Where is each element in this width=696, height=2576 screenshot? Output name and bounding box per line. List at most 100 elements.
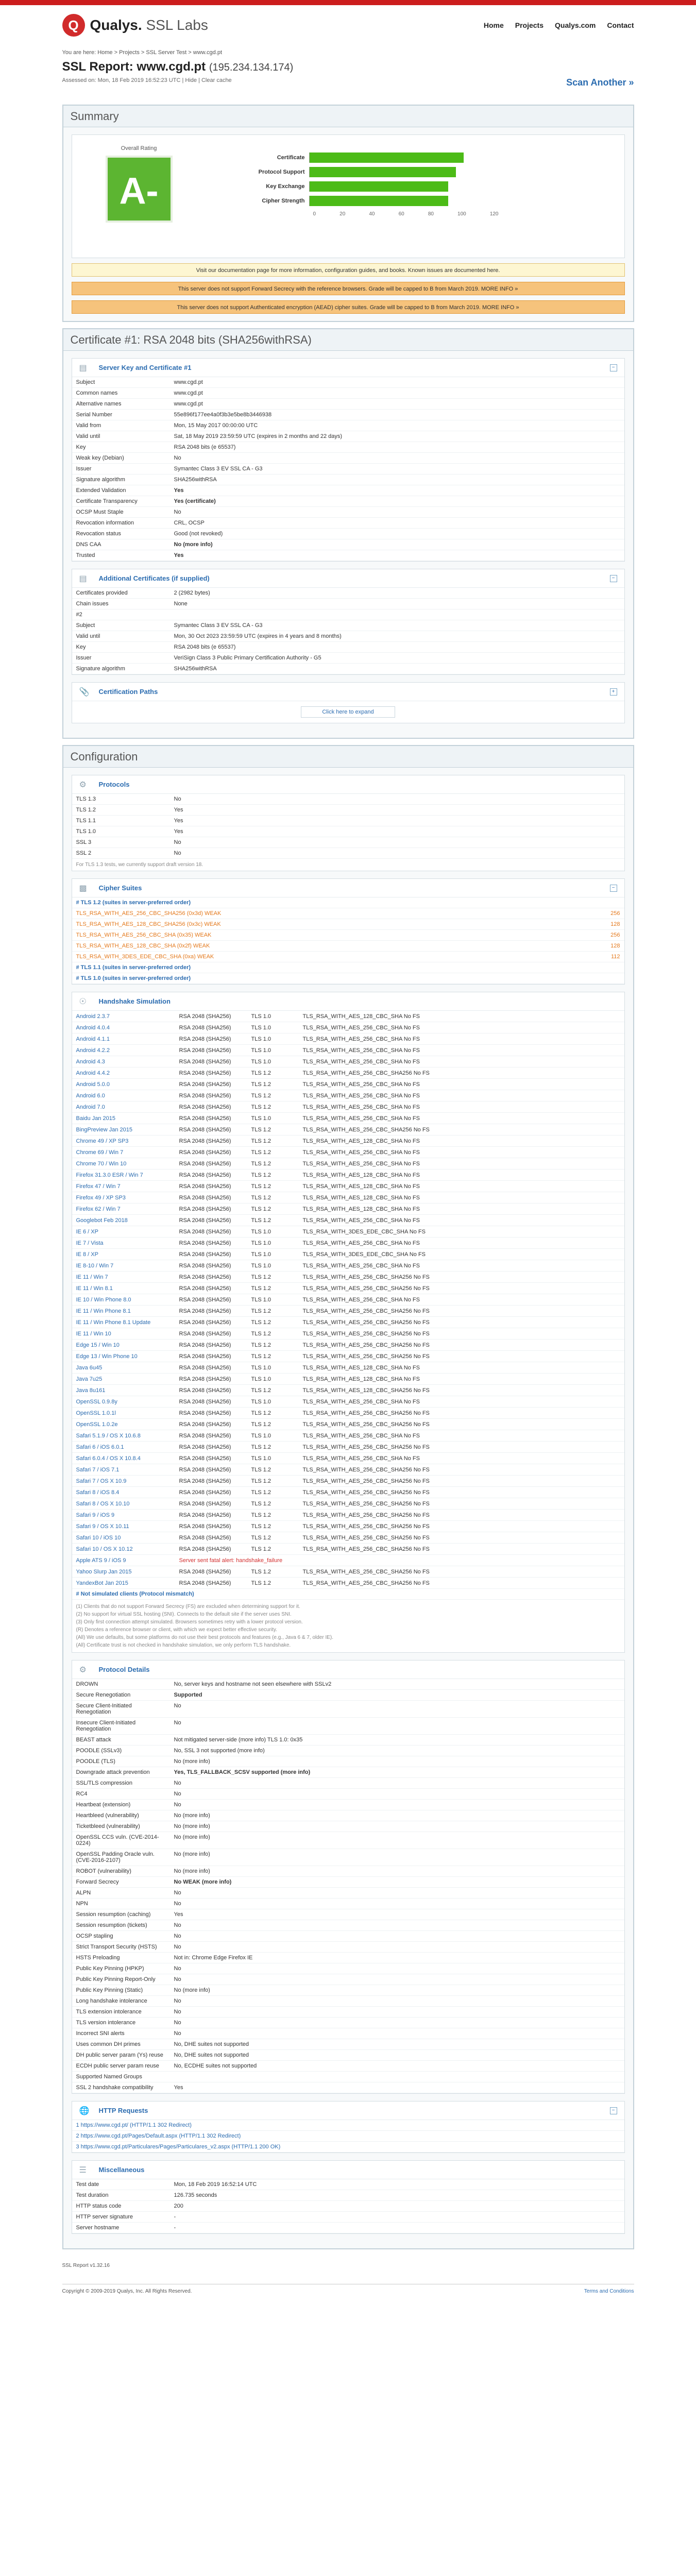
client-name[interactable]: IE 8-10 / Win 7 [76,1263,179,1269]
client-name[interactable]: IE 7 / Vista [76,1240,179,1246]
table-row: Test duration 126.735 seconds [72,2190,624,2201]
client-name[interactable]: Safari 9 / iOS 9 [76,1512,179,1518]
client-name[interactable]: Chrome 49 / XP SP3 [76,1138,179,1144]
client-name[interactable]: Android 4.1.1 [76,1036,179,1042]
client-name[interactable]: IE 10 / Win Phone 8.0 [76,1297,179,1303]
client-name[interactable]: Android 7.0 [76,1104,179,1110]
row-value: No [169,1777,624,1789]
nav-projects[interactable]: Projects [515,21,544,29]
client-name[interactable]: Safari 9 / OS X 10.11 [76,1523,179,1530]
sim-note: (3) Only first connection attempt simula… [76,1619,303,1625]
client-name[interactable]: IE 11 / Win Phone 8.1 [76,1308,179,1314]
rating-bar-track [309,152,495,163]
handshake-row: Baidu Jan 2015 RSA 2048 (SHA256) TLS 1.0 TL… [72,1113,624,1124]
handshake-row: IE 6 / XP RSA 2048 (SHA256) TLS 1.0 TLS_RSA… [72,1226,624,1238]
http-request-row[interactable]: 1 https://www.cgd.pt/ (HTTP/1.1 302 Redi… [72,2120,624,2131]
client-name[interactable]: Edge 15 / Win 10 [76,1342,179,1348]
client-name[interactable]: Safari 6 / iOS 6.0.1 [76,1444,179,1450]
client-name[interactable]: Firefox 47 / Win 7 [76,1183,179,1190]
rating-bar-fill [309,196,448,206]
cert-info: RSA 2048 (SHA256) [179,1455,231,1462]
notice-banner[interactable]: This server does not support Authenticat… [71,300,625,314]
http-request-row[interactable]: 2 https://www.cgd.pt/Pages/Default.aspx … [72,2131,624,2142]
client-name[interactable]: IE 11 / Win 8.1 [76,1285,179,1292]
client-name[interactable]: Firefox 49 / XP SP3 [76,1195,179,1201]
terms-link[interactable]: Terms and Conditions [584,2289,634,2294]
not-simulated-title[interactable]: # Not simulated clients (Protocol mismat… [72,1589,624,1600]
client-name[interactable]: Safari 6.0.4 / OS X 10.8.4 [76,1455,179,1462]
cert-info: RSA 2048 (SHA256) [179,1058,231,1065]
collapse-toggle[interactable]: − [609,574,617,582]
expand-toggle[interactable]: + [609,688,617,696]
row-key: SSL/TLS compression [72,1777,170,1789]
rating-bar-fill [309,181,448,192]
collapse-toggle[interactable]: − [609,884,617,892]
cipher-group-title[interactable]: # TLS 1.1 (suites in server-preferred or… [72,962,624,973]
client-name[interactable]: Java 6u45 [76,1365,179,1371]
client-name[interactable]: Chrome 70 / Win 10 [76,1161,179,1167]
cipher-icon: ▩ [79,884,87,893]
scan-another-link[interactable]: Scan Another » [566,77,634,88]
nav-qualys[interactable]: Qualys.com [555,21,596,29]
notice-banner[interactable]: This server does not support Forward Sec… [71,282,625,295]
cert-info: RSA 2048 (SHA256) [179,1070,231,1076]
table-row: SSL/TLS compression No [72,1777,624,1789]
client-name[interactable]: Safari 8 / iOS 8.4 [76,1489,179,1496]
client-name[interactable]: Safari 7 / OS X 10.9 [76,1478,179,1484]
client-name[interactable]: IE 6 / XP [76,1229,179,1235]
breadcrumb[interactable]: You are here: Home > Projects > SSL Serv… [62,45,634,56]
handshake-row: IE 8 / XP RSA 2048 (SHA256) TLS 1.0 TLS_RSA… [72,1249,624,1260]
client-name[interactable]: Java 7u25 [76,1376,179,1382]
client-name[interactable]: Safari 10 / OS X 10.12 [76,1546,179,1552]
client-name[interactable]: Yahoo Slurp Jan 2015 [76,1569,179,1575]
row-key: Valid until [72,431,170,442]
client-name[interactable]: Android 5.0.0 [76,1081,179,1088]
row-key: Issuer [72,463,170,474]
client-name[interactable]: OpenSSL 1.0.1l [76,1410,179,1416]
client-name[interactable]: Android 2.3.7 [76,1013,179,1020]
client-name[interactable]: Java 8u161 [76,1387,179,1394]
client-name[interactable]: Firefox 31.3.0 ESR / Win 7 [76,1172,179,1178]
client-name[interactable]: IE 11 / Win 7 [76,1274,179,1280]
nav-home[interactable]: Home [484,21,504,29]
client-name[interactable]: Apple ATS 9 / iOS 9 [76,1557,179,1564]
handshake-row: Safari 7 / OS X 10.9 RSA 2048 (SHA256) TLS… [72,1476,624,1487]
client-name[interactable]: Baidu Jan 2015 [76,1115,179,1122]
client-name[interactable]: Firefox 62 / Win 7 [76,1206,179,1212]
client-name[interactable]: Safari 8 / OS X 10.10 [76,1501,179,1507]
handshake-row: IE 11 / Win 10 RSA 2048 (SHA256) TLS 1.2 TL… [72,1328,624,1340]
tls12-group-title[interactable]: # TLS 1.2 (suites in server-preferred or… [72,897,624,908]
client-name[interactable]: Chrome 69 / Win 7 [76,1149,179,1156]
row-value: Mon, 30 Oct 2023 23:59:59 UTC (expires i… [169,631,624,642]
http-request-row[interactable]: 3 https://www.cgd.pt/Particulares/Pages/… [72,2142,624,2153]
client-name[interactable]: Android 4.0.4 [76,1025,179,1031]
client-name[interactable]: Safari 5.1.9 / OS X 10.6.8 [76,1433,179,1439]
expand-paths-button[interactable]: Click here to expand [301,706,395,718]
cipher-group-title[interactable]: # TLS 1.0 (suites in server-preferred or… [72,973,624,984]
client-name[interactable]: Android 4.4.2 [76,1070,179,1076]
row-key: Serial Number [72,409,170,420]
client-name[interactable]: IE 11 / Win Phone 8.1 Update [76,1319,179,1326]
client-name[interactable]: OpenSSL 0.9.8y [76,1399,179,1405]
notice-banner[interactable]: Visit our documentation page for more in… [71,263,625,277]
client-name[interactable]: Android 4.2.2 [76,1047,179,1054]
client-name[interactable]: YandexBot Jan 2015 [76,1580,179,1586]
table-row: OCSP Must Staple No [72,506,624,518]
row-value: 2 (2982 bytes) [169,588,624,599]
nav-contact[interactable]: Contact [607,21,634,29]
protocol: TLS 1.0 [251,1398,271,1405]
client-name[interactable]: Edge 13 / Win Phone 10 [76,1353,179,1360]
client-name[interactable]: OpenSSL 1.0.2e [76,1421,179,1428]
client-name[interactable]: BingPreview Jan 2015 [76,1127,179,1133]
client-name[interactable]: Android 4.3 [76,1059,179,1065]
client-name[interactable]: Googlebot Feb 2018 [76,1217,179,1224]
row-key: TLS 1.1 [72,815,170,826]
client-name[interactable]: Android 6.0 [76,1093,179,1099]
client-name[interactable]: IE 8 / XP [76,1251,179,1258]
logo[interactable]: Q Qualys. SSL Labs [62,14,208,37]
collapse-toggle[interactable]: − [609,2107,617,2114]
collapse-toggle[interactable]: − [609,364,617,371]
client-name[interactable]: Safari 7 / iOS 7.1 [76,1467,179,1473]
client-name[interactable]: IE 11 / Win 10 [76,1331,179,1337]
client-name[interactable]: Safari 10 / iOS 10 [76,1535,179,1541]
